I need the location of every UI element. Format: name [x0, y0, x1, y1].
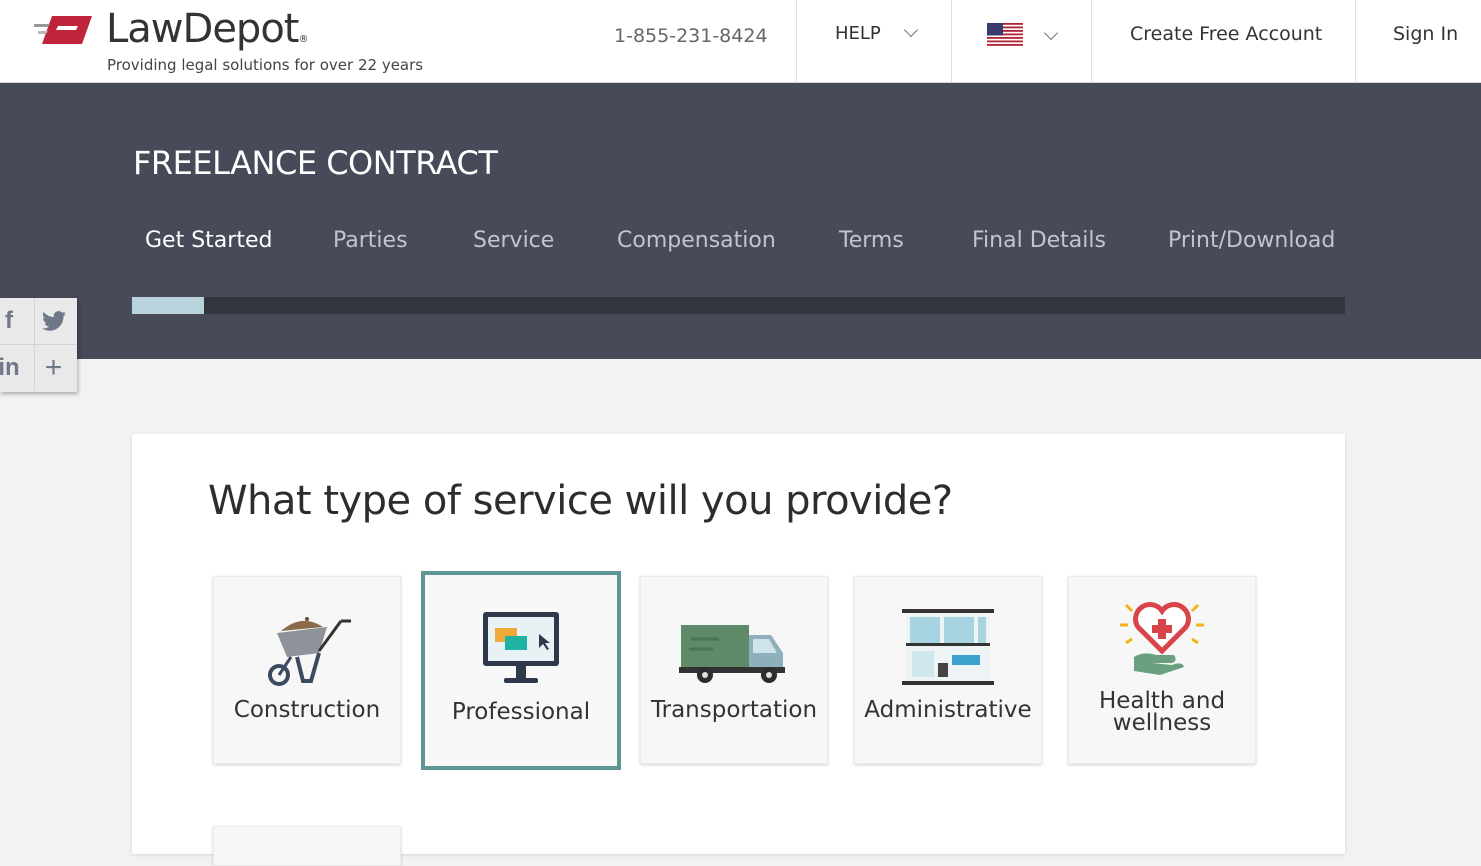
plus-icon[interactable]: + [34, 345, 72, 391]
question-card: What type of service will you provide? C… [132, 434, 1345, 866]
option-construction[interactable]: Construction [213, 576, 401, 764]
step-compensation[interactable]: Compensation [617, 228, 776, 253]
progress-bar-fill [132, 297, 204, 314]
lawdepot-logo[interactable]: LawDepot® Providing legal solutions for … [34, 6, 434, 76]
option-label: Health and wellness [1069, 690, 1255, 736]
question-heading: What type of service will you provide? [208, 478, 953, 524]
step-navigation: Get Started Parties Service Compensation… [0, 228, 1481, 268]
logo-wordmark: LawDepot® [106, 6, 308, 52]
option-label-line2: wellness [1112, 710, 1212, 736]
social-share-panel: f in + [0, 298, 77, 392]
logo-tagline: Providing legal solutions for over 22 ye… [107, 56, 424, 74]
document-title: FREELANCE CONTRACT [133, 144, 498, 182]
document-banner: FREELANCE CONTRACT Get Started Parties S… [0, 83, 1481, 359]
linkedin-icon[interactable]: in [0, 345, 28, 391]
step-parties[interactable]: Parties [333, 228, 408, 253]
option-transportation[interactable]: Transportation [640, 576, 828, 764]
step-terms[interactable]: Terms [839, 228, 904, 253]
header-divider [1091, 0, 1092, 82]
option-label: Construction [233, 697, 381, 723]
create-free-account-link[interactable]: Create Free Account [1130, 23, 1322, 45]
country-chevron-down-icon[interactable] [1043, 25, 1059, 41]
progress-bar [132, 297, 1345, 314]
logo-name-thin: Depot [182, 6, 300, 52]
wheelbarrow-icon [268, 617, 351, 686]
sign-in-link[interactable]: Sign In [1393, 23, 1458, 45]
twitter-bird-shape [41, 311, 66, 331]
logo-mark-icon [34, 16, 92, 44]
computer-monitor-icon [483, 612, 559, 683]
phone-number-link[interactable]: 1-855-231-8424 [614, 25, 768, 47]
header-divider [796, 0, 797, 82]
option-label: Transportation [650, 697, 818, 723]
help-chevron-down-icon[interactable] [903, 22, 919, 38]
twitter-icon[interactable] [34, 298, 72, 344]
option-professional[interactable]: Professional [421, 571, 621, 770]
top-header: LawDepot® Providing legal solutions for … [0, 0, 1481, 83]
truck-icon [679, 625, 785, 683]
option-health-and-wellness[interactable]: Health and wellness [1068, 576, 1256, 764]
us-flag-icon[interactable] [987, 23, 1023, 46]
logo-name-bold: Law [106, 6, 184, 52]
step-print-download[interactable]: Print/Download [1168, 228, 1335, 253]
logo-registered: ® [298, 34, 308, 45]
step-get-started[interactable]: Get Started [145, 228, 272, 253]
option-label: Professional [451, 699, 591, 725]
office-building-icon [902, 609, 994, 685]
header-divider [951, 0, 952, 82]
option-partial-next-row[interactable] [213, 826, 401, 866]
header-divider [1355, 0, 1356, 82]
step-final-details[interactable]: Final Details [972, 228, 1106, 253]
facebook-icon[interactable]: f [0, 298, 28, 344]
option-label: Administrative [864, 697, 1032, 723]
step-service[interactable]: Service [473, 228, 554, 253]
option-administrative[interactable]: Administrative [854, 576, 1042, 764]
heart-hand-icon [1120, 602, 1204, 675]
help-menu-button[interactable]: HELP [835, 23, 881, 44]
